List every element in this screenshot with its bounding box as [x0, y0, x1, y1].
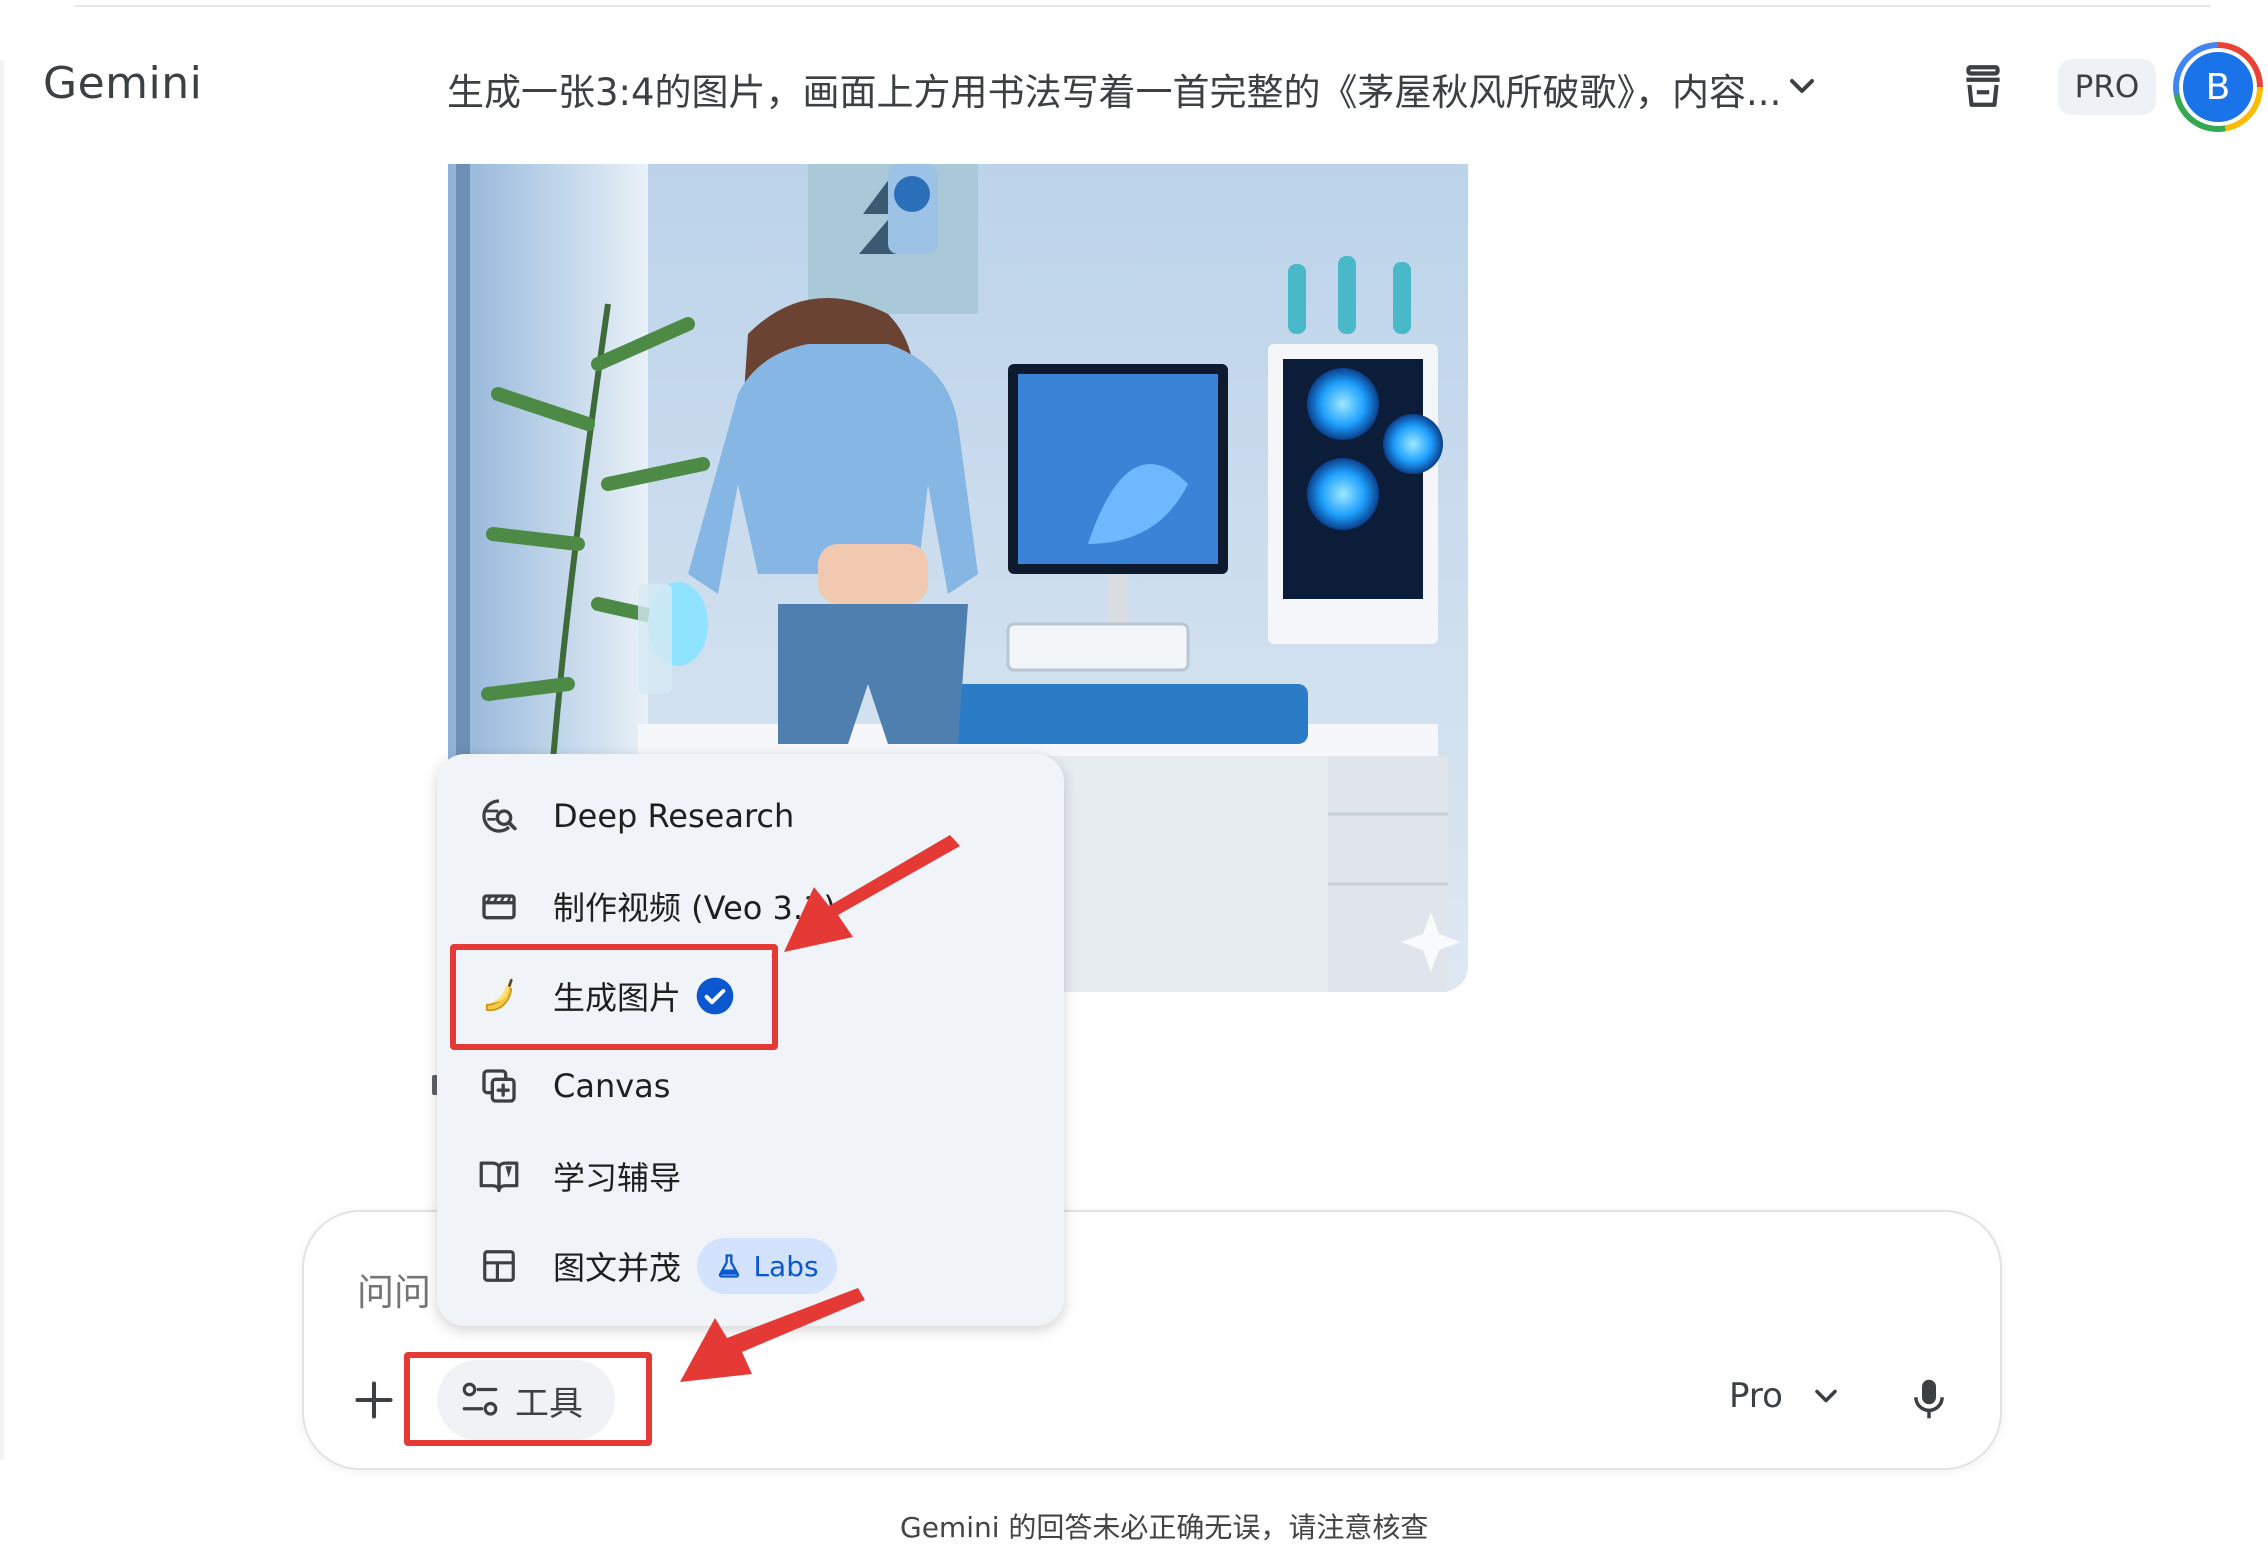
flask-icon [719, 1254, 740, 1278]
delete-chat-icon[interactable] [1958, 60, 2008, 112]
menu-item-label: 学习辅导 [553, 1159, 682, 1197]
chevron-down-icon[interactable] [1808, 1378, 1844, 1414]
microphone-icon[interactable] [1908, 1376, 1950, 1422]
menu-item-label: Canvas [553, 1067, 671, 1105]
disclaimer-text: Gemini 的回答未必正确无误，请注意核查 [900, 1511, 1429, 1544]
app-title[interactable]: Gemini [43, 58, 202, 109]
prompt-input[interactable]: 问问 [357, 1262, 431, 1316]
annotation-highlight-generate-image [450, 944, 778, 1050]
annotation-highlight-tools [404, 1352, 652, 1446]
add-attachment-icon[interactable] [352, 1378, 396, 1422]
model-selector[interactable]: Pro [1729, 1376, 1783, 1416]
menu-item-label: 制作视频 (Veo 3.1) [553, 889, 836, 927]
canvas-icon [477, 1064, 521, 1108]
menu-item-canvas[interactable]: Canvas [437, 1046, 1064, 1126]
menu-item-learning-coach[interactable]: 学习辅导 [437, 1136, 1064, 1216]
menu-item-make-video[interactable]: 制作视频 (Veo 3.1) [437, 866, 1064, 946]
layout-icon [477, 1244, 521, 1288]
conversation-title[interactable]: 生成一张3:4的图片，画面上方用书法写着一首完整的《茅屋秋风所破歌》，内容... [447, 62, 1781, 116]
sidebar-edge [0, 60, 4, 1460]
menu-item-label: 图文并茂 [553, 1249, 682, 1287]
book-icon [477, 1154, 521, 1198]
pro-plan-badge[interactable]: PRO [2058, 59, 2156, 115]
labs-chip-label: Labs [753, 1249, 819, 1283]
avatar[interactable]: B [2179, 48, 2257, 126]
deep-research-icon [477, 794, 521, 838]
chevron-down-icon[interactable] [1782, 66, 1822, 106]
top-divider [75, 5, 2210, 7]
labs-chip: Labs [697, 1238, 837, 1294]
menu-item-illustrated[interactable]: 图文并茂 Labs [437, 1226, 1064, 1306]
clapperboard-icon [477, 884, 521, 928]
menu-item-deep-research[interactable]: Deep Research [437, 776, 1064, 856]
menu-item-label: Deep Research [553, 797, 795, 835]
